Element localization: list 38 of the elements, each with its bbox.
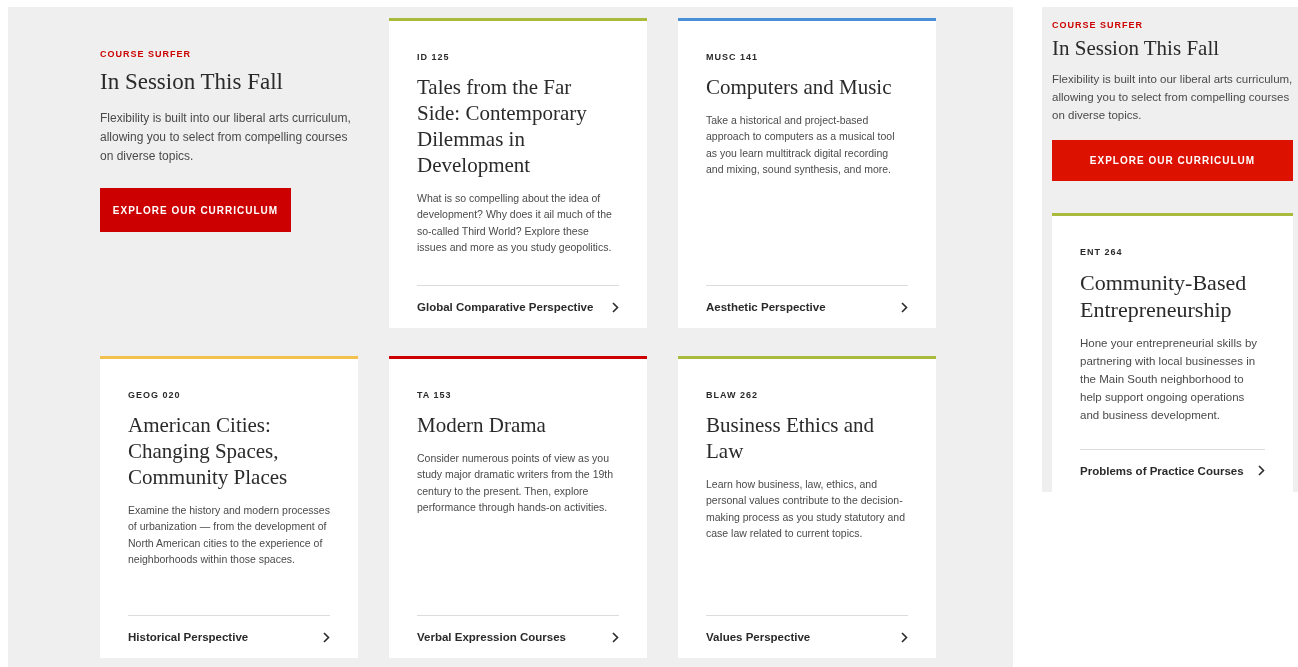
section-title: In Session This Fall bbox=[1052, 36, 1220, 61]
course-description: Hone your entrepreneurial skills by partnering with local businesses in the Main South neighborhood to help support ongoing operations and business development. bbox=[1080, 336, 1259, 423]
perspective-link[interactable]: Historical Perspective bbox=[128, 615, 330, 658]
chevron-right-icon bbox=[1258, 465, 1265, 477]
course-title: American Cities: Changing Spaces, Community Places bbox=[128, 412, 289, 490]
course-description: Consider numerous points of view as you study major dramatic writers from the 19th century to the present. Then, explore performance through hands-on activities. bbox=[417, 451, 615, 515]
section-title: In Session This Fall bbox=[100, 69, 283, 95]
course-title: Computers and Music bbox=[706, 74, 893, 100]
chevron-right-icon bbox=[323, 631, 330, 643]
perspective-link[interactable]: Global Comparative Perspective bbox=[417, 285, 619, 328]
chevron-right-icon bbox=[612, 301, 619, 313]
course-code: GEOG 020 bbox=[128, 390, 182, 400]
section-description: Flexibility is built into our liberal arts curriculum, allowing you to select from compelling courses on diverse topics. bbox=[100, 110, 352, 165]
explore-curriculum-button[interactable]: EXPLORE OUR CURRICULUM bbox=[1052, 140, 1293, 182]
chevron-right-icon bbox=[901, 631, 908, 643]
chevron-right-icon bbox=[901, 301, 908, 313]
course-title: Tales from the Far Side: Contemporary Dilemmas in Development bbox=[417, 74, 588, 178]
course-title: Business Ethics and Law bbox=[706, 412, 875, 464]
course-title: Community-Based Entrepreneurship bbox=[1080, 269, 1248, 324]
perspective-link[interactable]: Values Perspective bbox=[706, 615, 908, 658]
course-description: Examine the history and modern processes of urbanization — from the development of North American cities to the experience of neighborhoods within those spaces. bbox=[128, 503, 330, 567]
course-code: ID 125 bbox=[417, 52, 451, 62]
course-description: What is so compelling about the idea of development? Why does it ail much of the so-called Third World? Explore these issues and more as you study geopolitics. bbox=[417, 191, 613, 255]
eyebrow-label: COURSE SURFER bbox=[100, 49, 191, 59]
chevron-right-icon bbox=[612, 631, 619, 643]
section-description: Flexibility is built into our liberal arts curriculum, allowing you to select from compelling courses on diverse topics. bbox=[1052, 72, 1293, 123]
course-code: ENT 264 bbox=[1080, 247, 1124, 258]
course-code: BLAW 262 bbox=[706, 390, 759, 400]
course-code: TA 153 bbox=[417, 390, 453, 400]
course-code: MUSC 141 bbox=[706, 52, 759, 62]
explore-curriculum-button[interactable]: EXPLORE OUR CURRICULUM bbox=[100, 188, 291, 232]
perspective-link[interactable]: Problems of Practice Courses bbox=[1080, 448, 1265, 492]
perspective-link[interactable]: Verbal Expression Courses bbox=[417, 615, 619, 658]
course-description: Take a historical and project-based approach to computers as a musical tool as you learn multitrack digital recording and mixing, sound synthesis, and more. bbox=[706, 113, 896, 177]
eyebrow-label: COURSE SURFER bbox=[1052, 20, 1143, 30]
course-description: Learn how business, law, ethics, and personal values contribute to the decision-making process as you study statutory and case law related to current topics. bbox=[706, 477, 907, 541]
course-title: Modern Drama bbox=[417, 412, 547, 438]
perspective-link[interactable]: Aesthetic Perspective bbox=[706, 285, 908, 328]
